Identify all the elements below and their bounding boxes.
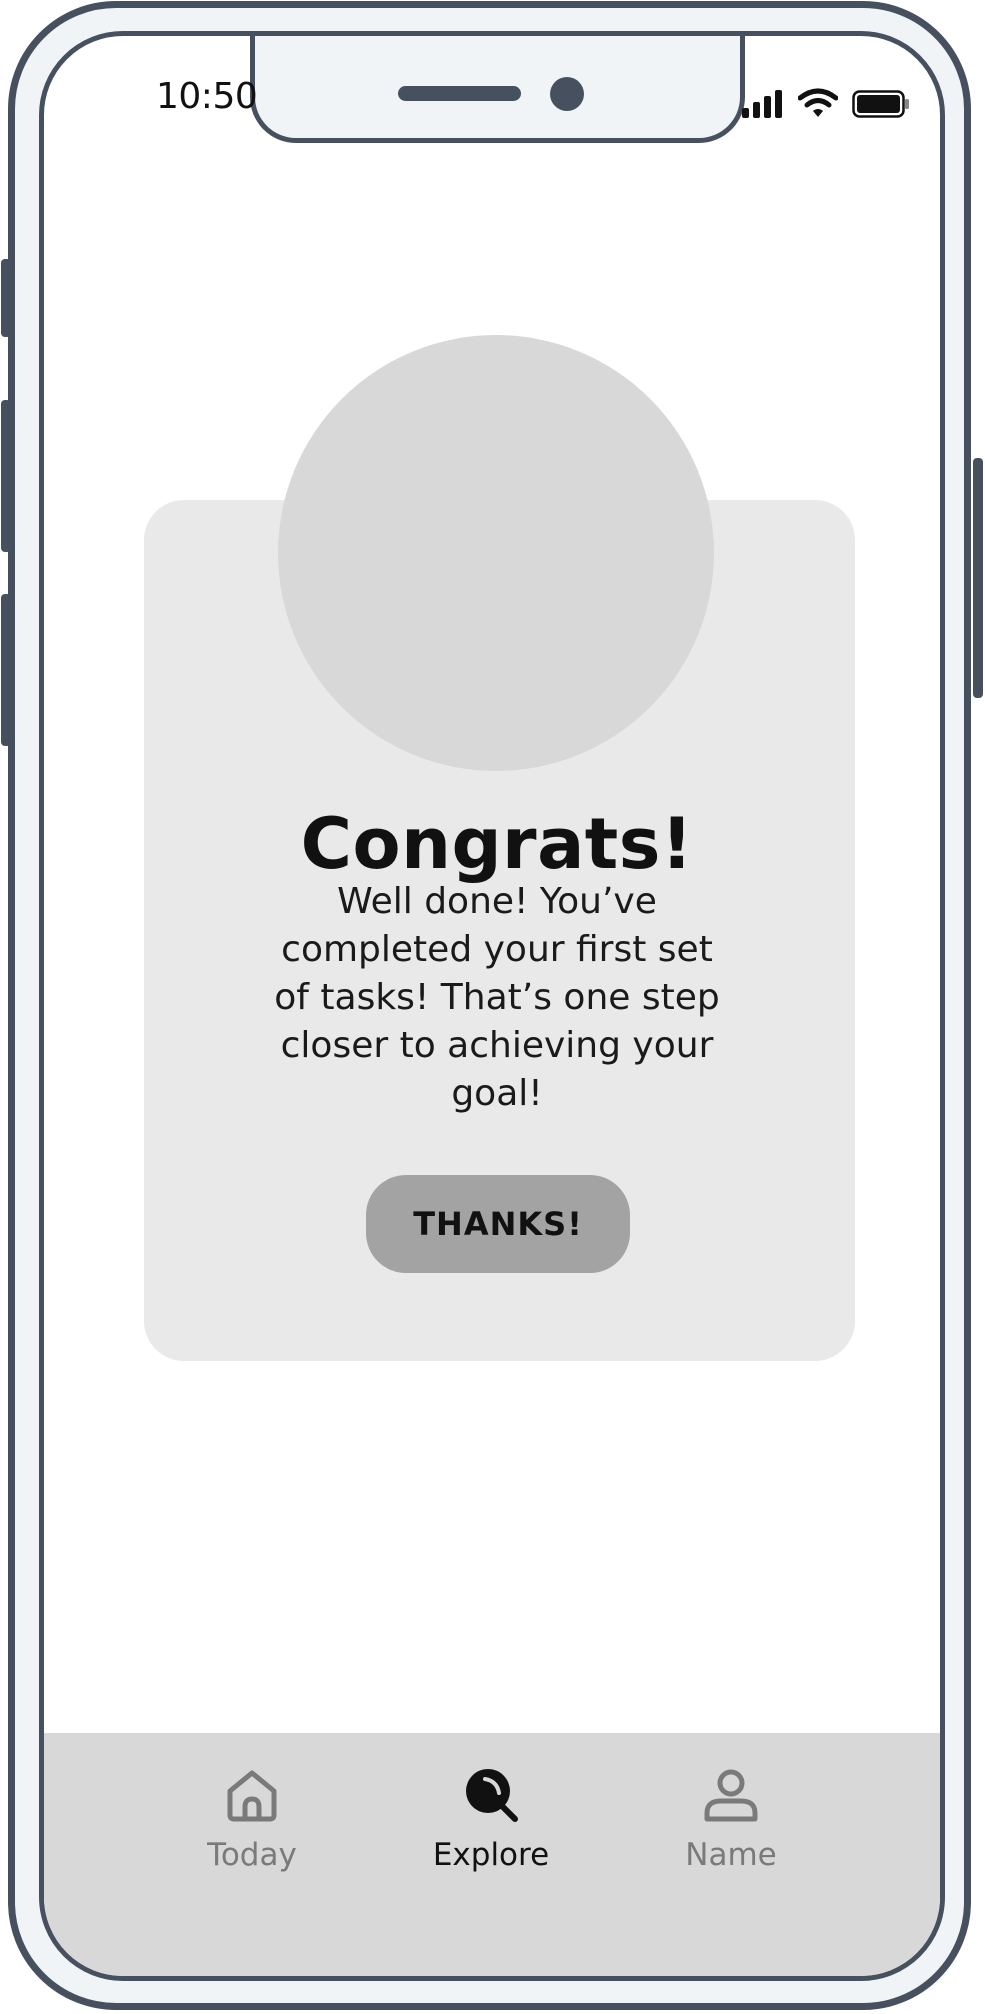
bottom-tab-bar: Today Explore Name: [44, 1733, 940, 1976]
phone-screen: 10:50 Congrats! Well done! You’ve comple…: [39, 31, 945, 1981]
thanks-button[interactable]: THANKS!: [366, 1175, 630, 1273]
home-icon: [227, 1770, 277, 1822]
cellular-signal-icon: [742, 90, 782, 118]
front-camera: [550, 77, 584, 111]
wifi-icon: [798, 88, 838, 117]
speaker-grille: [398, 86, 521, 101]
illustration-placeholder: [278, 335, 714, 771]
battery-icon: [852, 90, 909, 118]
status-icons: [742, 86, 910, 118]
tab-name[interactable]: Name: [641, 1765, 821, 1873]
tab-explore[interactable]: Explore: [401, 1765, 581, 1873]
tab-today[interactable]: Today: [162, 1765, 342, 1873]
silent-switch: [1, 259, 11, 337]
tab-name-label: Name: [685, 1837, 777, 1873]
volume-down-button: [1, 594, 11, 746]
dialog-message: Well done! You’ve completed your first s…: [274, 881, 720, 1114]
dialog-title: Congrats!: [300, 803, 694, 885]
tab-today-label: Today: [207, 1837, 297, 1873]
search-icon: [466, 1769, 518, 1822]
tab-explore-label: Explore: [432, 1837, 550, 1873]
volume-up-button: [1, 400, 11, 552]
status-time: 10:50: [156, 76, 258, 117]
user-icon: [704, 1769, 758, 1822]
power-button: [973, 458, 983, 698]
